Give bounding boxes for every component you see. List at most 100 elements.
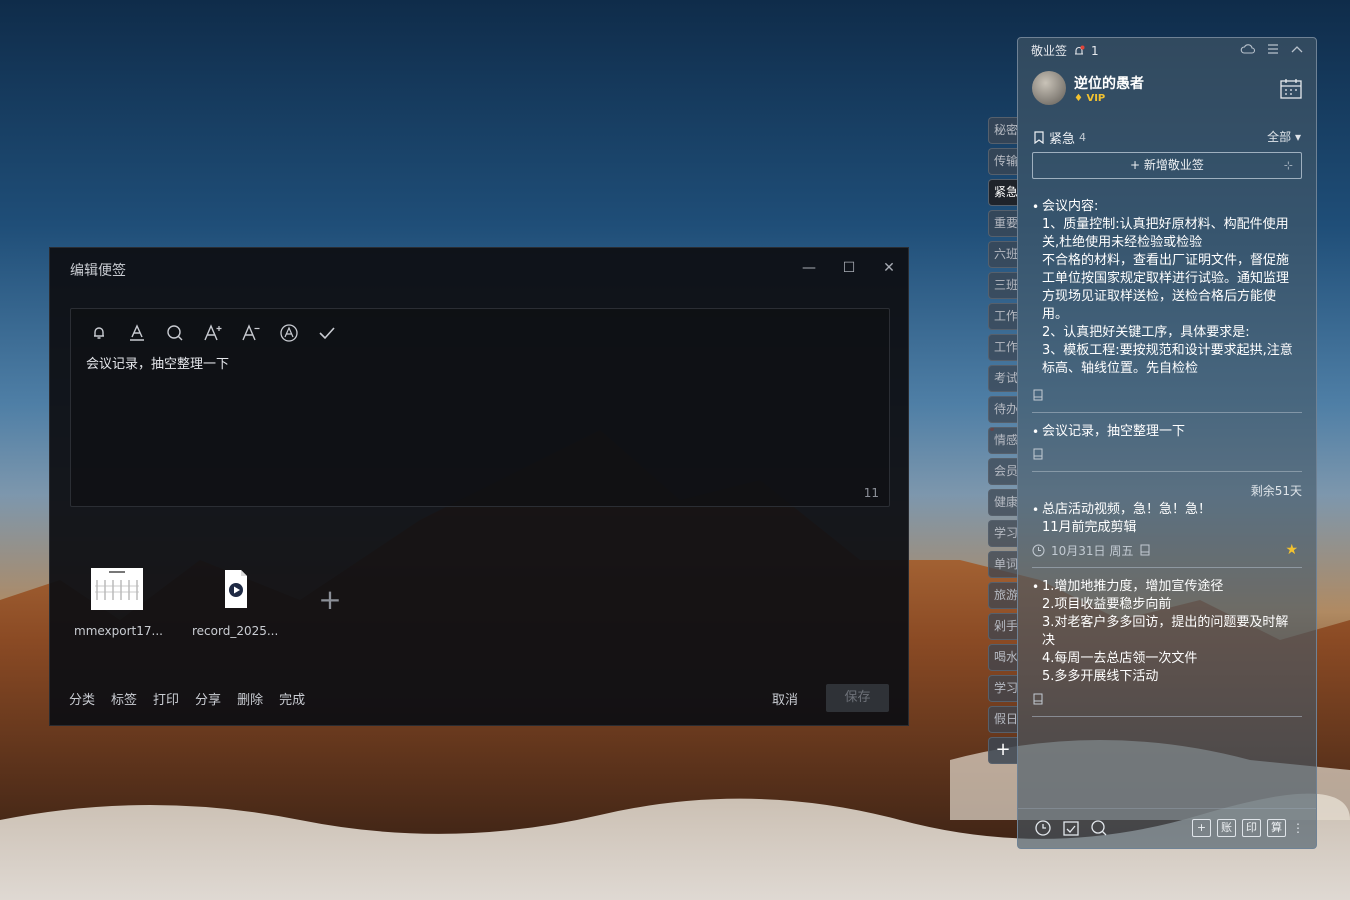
panel-window-controls	[1240, 42, 1304, 56]
app-name: 敬业签	[1031, 44, 1068, 58]
account-button[interactable]: 账	[1217, 819, 1236, 837]
tab-category[interactable]: 喝水	[988, 644, 1017, 671]
tab-category[interactable]: 会员	[988, 458, 1017, 485]
print-button[interactable]: 打印	[153, 689, 179, 708]
tab-category-active[interactable]: 紧急	[988, 179, 1017, 206]
attachment-icon	[1033, 389, 1043, 401]
calculator-button[interactable]: 算	[1267, 819, 1286, 837]
star-icon[interactable]: ★	[1285, 542, 1298, 558]
note-content[interactable]: 会议记录，抽空整理一下	[86, 353, 229, 372]
close-icon[interactable]: ✕	[878, 258, 900, 278]
complete-button[interactable]: 完成	[279, 689, 305, 708]
list-item[interactable]: • 会议记录，抽空整理一下	[1032, 423, 1302, 441]
share-button[interactable]: 分享	[195, 689, 221, 708]
note-meta: 10月31日 周五 ★	[1032, 541, 1302, 559]
tab-category[interactable]: 学习	[988, 675, 1017, 702]
calendar-icon[interactable]	[1280, 78, 1302, 100]
style-icon[interactable]	[277, 321, 301, 345]
char-count: 11	[863, 486, 879, 500]
tab-category[interactable]: 考试	[988, 365, 1017, 392]
minimize-icon[interactable]: —	[798, 258, 820, 278]
delete-button[interactable]: 删除	[237, 689, 263, 708]
tab-category[interactable]: 三班	[988, 272, 1017, 299]
cancel-button[interactable]: 取消	[772, 689, 798, 708]
clock-icon	[1032, 544, 1045, 556]
tab-category[interactable]: 单词	[988, 551, 1017, 578]
list-item[interactable]: • 1.增加地推力度，增加宣传途径 2.项目收益要稳步向前 3.对老客户多多回访…	[1032, 578, 1302, 686]
add-category-button[interactable]: +	[988, 737, 1017, 764]
check-icon[interactable]	[315, 321, 339, 345]
save-button[interactable]: 保存	[826, 684, 889, 712]
tab-category[interactable]: 情感	[988, 427, 1017, 454]
category-button[interactable]: 分类	[69, 689, 95, 708]
attachment-icon	[1033, 448, 1043, 460]
note-editor[interactable]: 会议记录，抽空整理一下 11	[70, 308, 890, 507]
add-icon[interactable]: +	[1192, 819, 1211, 837]
bell-icon[interactable]	[1073, 45, 1085, 57]
category-tabs: 秘密 传输 紧急 重要 六班 三班 工作 工作 考试 待办 情感 会员 健康 学…	[988, 117, 1018, 764]
tab-category[interactable]: 旅游	[988, 582, 1017, 609]
note-meta	[1032, 445, 1302, 463]
attachment-name: record_2025...	[192, 624, 279, 638]
category-header: 紧急 4	[1033, 128, 1086, 147]
pin-icon[interactable]: ⊹	[1284, 153, 1293, 178]
filter-dropdown[interactable]: 全部 ▾	[1267, 128, 1301, 145]
bell-icon[interactable]	[87, 321, 111, 345]
collapse-icon[interactable]	[1290, 42, 1304, 56]
todo-icon[interactable]	[1062, 819, 1080, 837]
video-file-icon	[225, 570, 247, 608]
editor-actions: 分类 标签 打印 分享 删除 完成	[69, 689, 305, 708]
tag-button[interactable]: 标签	[111, 689, 137, 708]
history-icon[interactable]	[1034, 819, 1052, 837]
font-decrease-icon[interactable]	[239, 321, 263, 345]
note-list: • 会议内容: 1、质量控制:认真把好原材料、构配件使用 关,杜绝使用未经检验或…	[1032, 198, 1302, 727]
avatar[interactable]	[1032, 71, 1066, 105]
add-note-button[interactable]: + 新增敬业签 ⊹	[1032, 152, 1302, 179]
vip-badge: ♦ VIP	[1074, 93, 1106, 104]
bookmark-icon	[1034, 131, 1044, 144]
window-title: 编辑便签	[70, 263, 126, 279]
reminder-date: 10月31日 周五	[1051, 543, 1134, 558]
maximize-icon[interactable]: ☐	[838, 258, 860, 278]
divider	[1032, 567, 1302, 568]
search-icon[interactable]	[1090, 819, 1108, 837]
font-increase-icon[interactable]	[201, 321, 225, 345]
tab-category[interactable]: 传输	[988, 148, 1017, 175]
divider	[1032, 471, 1302, 472]
notes-panel: 敬业签 1 逆位的愚者 ♦ VIP 紧急 4 全部 ▾ + 新增敬业签 ⊹ • …	[1017, 37, 1317, 849]
remaining-days: 剩余51天	[1250, 484, 1302, 498]
list-item[interactable]: • 总店活动视频，急！急！急！ 11月前完成剪辑	[1032, 501, 1302, 537]
attachment-item[interactable]: record_2025...	[192, 566, 278, 638]
image-thumbnail	[91, 568, 143, 610]
tab-category[interactable]: 六班	[988, 241, 1017, 268]
edit-note-window: 编辑便签 — ☐ ✕ 会议记录，抽空整理一下 11 mmexport17... …	[49, 247, 909, 726]
print-button[interactable]: 印	[1242, 819, 1261, 837]
tab-category[interactable]: 重要	[988, 210, 1017, 237]
menu-icon[interactable]	[1266, 42, 1280, 56]
attachment-icon	[1140, 544, 1150, 556]
search-icon[interactable]	[163, 321, 187, 345]
tab-category[interactable]: 学习	[988, 520, 1017, 547]
more-icon[interactable]: ⋮	[1292, 819, 1304, 837]
note-meta	[1032, 386, 1302, 404]
tab-category[interactable]: 健康	[988, 489, 1017, 516]
category-count: 4	[1079, 131, 1087, 144]
cloud-sync-icon[interactable]	[1240, 42, 1256, 56]
tab-category[interactable]: 秘密	[988, 117, 1017, 144]
tab-category[interactable]: 剁手	[988, 613, 1017, 640]
notification-count: 1	[1091, 43, 1099, 58]
tab-category[interactable]: 待办	[988, 396, 1017, 423]
attachment-list: mmexport17... record_2025... +	[74, 566, 350, 638]
divider	[1032, 412, 1302, 413]
tab-category[interactable]: 工作	[988, 334, 1017, 361]
tab-category[interactable]: 工作	[988, 303, 1017, 330]
category-name: 紧急	[1049, 132, 1076, 147]
text-color-icon[interactable]	[125, 321, 149, 345]
username[interactable]: 逆位的愚者	[1074, 73, 1144, 93]
list-item[interactable]: • 会议内容: 1、质量控制:认真把好原材料、构配件使用 关,杜绝使用未经检验或…	[1032, 198, 1302, 382]
note-meta	[1032, 690, 1302, 708]
attachment-item[interactable]: mmexport17...	[74, 566, 163, 638]
add-attachment-button[interactable]: +	[310, 580, 350, 620]
tab-category[interactable]: 假日	[988, 706, 1017, 733]
panel-footer: + 账 印 算 ⋮	[1018, 808, 1316, 848]
